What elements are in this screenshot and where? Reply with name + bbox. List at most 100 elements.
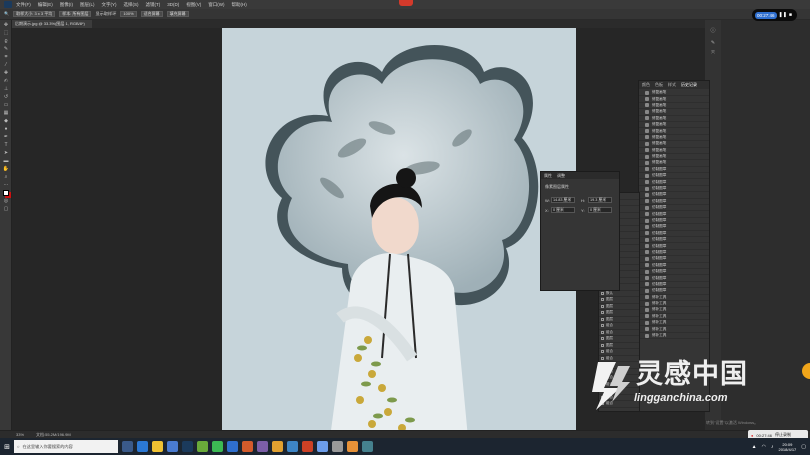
menu-help[interactable]: 帮助(H) bbox=[232, 2, 247, 8]
menu-edit[interactable]: 编辑(E) bbox=[38, 2, 53, 8]
action-toggle-checkbox[interactable] bbox=[601, 324, 604, 328]
gradient-tool-icon[interactable]: ▦ bbox=[2, 110, 10, 116]
path-select-tool-icon[interactable]: ➤ bbox=[2, 150, 10, 156]
photoshop-taskbar-icon[interactable] bbox=[182, 441, 193, 452]
height-field[interactable]: 19.3 厘米 bbox=[588, 197, 612, 203]
menu-3d[interactable]: 3D(D) bbox=[167, 2, 179, 7]
action-toggle-checkbox[interactable] bbox=[601, 337, 604, 341]
width-field[interactable]: 14.83 厘米 bbox=[551, 197, 575, 203]
zoom-value[interactable]: 100% bbox=[120, 11, 137, 17]
fill-screen-button[interactable]: 填充屏幕 bbox=[166, 11, 189, 17]
blur-tool-icon[interactable]: ◆ bbox=[2, 118, 10, 124]
quick-mask-icon[interactable]: ◎ bbox=[2, 198, 10, 204]
healing-tool-icon[interactable]: ✚ bbox=[2, 70, 10, 76]
app-icon-1[interactable] bbox=[257, 441, 268, 452]
color-swatches-icon[interactable] bbox=[2, 190, 10, 196]
tab-color[interactable]: 颜色 bbox=[642, 82, 650, 88]
sample-select[interactable]: 样本: 所有图层 bbox=[59, 11, 92, 17]
history-list: 修复画笔 修复画笔 修复画笔 修复画笔 修复画笔 修复画笔 修复画笔 修复画笔 修复画笔 修复画笔… bbox=[639, 90, 709, 340]
task-view-icon[interactable] bbox=[122, 441, 133, 452]
eyedropper-icon[interactable]: 🔍 bbox=[4, 11, 9, 17]
tab-adjustments[interactable]: 调整 bbox=[557, 173, 565, 179]
network-icon[interactable]: ◠ bbox=[762, 444, 766, 450]
hand-tool-icon[interactable]: ✋ bbox=[2, 166, 10, 172]
clock[interactable]: 20:09 2018/4/17 bbox=[778, 442, 796, 452]
menu-filter[interactable]: 滤镜(T) bbox=[146, 2, 161, 8]
tab-styles[interactable]: 样式 bbox=[668, 82, 676, 88]
quick-select-tool-icon[interactable]: ✎ bbox=[2, 46, 10, 52]
type-tool-icon[interactable]: T bbox=[2, 142, 10, 148]
tab-swatches[interactable]: 色板 bbox=[655, 82, 663, 88]
taskbar-search-box[interactable]: ○ 在这里输入你要搜索的内容 bbox=[14, 440, 118, 453]
app-icon-4[interactable] bbox=[302, 441, 313, 452]
tab-properties[interactable]: 属性 bbox=[544, 173, 552, 179]
sample-size-select[interactable]: 取样大小: 3 x 3 平均 bbox=[13, 11, 56, 17]
document-tab[interactable]: 后期演示.jpg @ 33.3%(图层 1, RGB/8*) bbox=[12, 20, 92, 28]
action-toggle-checkbox[interactable] bbox=[601, 291, 604, 295]
edge-icon[interactable] bbox=[137, 441, 148, 452]
stamp-tool-icon[interactable]: ⊥ bbox=[2, 86, 10, 92]
stop-icon[interactable]: ■ bbox=[789, 12, 792, 18]
menu-type[interactable]: 文字(Y) bbox=[102, 2, 117, 8]
zoom-status[interactable]: 33% bbox=[16, 432, 24, 437]
tab-history[interactable]: 历史记录 bbox=[681, 82, 697, 88]
screen-mode-icon[interactable]: ▢ bbox=[2, 206, 10, 212]
action-toggle-checkbox[interactable] bbox=[601, 317, 604, 321]
app-icon-2[interactable] bbox=[272, 441, 283, 452]
shape-tool-icon[interactable]: ▬ bbox=[2, 158, 10, 164]
action-toggle-checkbox[interactable] bbox=[601, 304, 604, 308]
chrome-icon[interactable] bbox=[212, 441, 223, 452]
pen-tool-icon[interactable]: ✒ bbox=[2, 134, 10, 140]
menu-view[interactable]: 视图(V) bbox=[186, 2, 201, 8]
more-tools-icon[interactable]: ⋯ bbox=[2, 182, 10, 188]
pause-icon[interactable]: ❚❚ bbox=[779, 12, 787, 18]
show-ring-checkbox[interactable]: 显示取样环 bbox=[95, 11, 116, 17]
brush-settings-icon[interactable]: ✎ bbox=[709, 40, 717, 46]
marquee-tool-icon[interactable]: ⬚ bbox=[2, 30, 10, 36]
store-icon[interactable] bbox=[167, 441, 178, 452]
action-toggle-checkbox[interactable] bbox=[601, 330, 604, 334]
notification-icon[interactable]: ▲ bbox=[752, 444, 757, 450]
fit-screen-button[interactable]: 适合屏幕 bbox=[140, 11, 163, 17]
app-icon-8[interactable] bbox=[362, 441, 373, 452]
eraser-tool-icon[interactable]: ▭ bbox=[2, 102, 10, 108]
menu-layer[interactable]: 图层(L) bbox=[80, 2, 95, 8]
history-brush-tool-icon[interactable]: ↺ bbox=[2, 94, 10, 100]
action-toggle-checkbox[interactable] bbox=[601, 343, 604, 347]
move-tool-icon[interactable]: ✥ bbox=[2, 22, 10, 28]
app-icon-6[interactable] bbox=[332, 441, 343, 452]
qq-icon[interactable] bbox=[227, 441, 238, 452]
document-image[interactable] bbox=[222, 28, 576, 438]
y-field[interactable]: 0 厘米 bbox=[588, 207, 612, 213]
x-field[interactable]: 0 厘米 bbox=[551, 207, 575, 213]
document-size-status[interactable]: 文档:55.2M/196.9M bbox=[36, 432, 71, 438]
menu-window[interactable]: 窗口(W) bbox=[208, 2, 224, 8]
transform-icon[interactable]: ⤧ bbox=[709, 50, 717, 56]
action-toggle-checkbox[interactable] bbox=[601, 298, 604, 302]
properties-panel-tabs: 属性 调整 bbox=[541, 172, 619, 179]
history-state-icon bbox=[645, 295, 649, 300]
zoom-tool-icon[interactable]: ⌕ bbox=[2, 174, 10, 180]
action-center-icon[interactable]: ▢ bbox=[801, 444, 806, 450]
file-explorer-icon[interactable] bbox=[152, 441, 163, 452]
windows-start-icon[interactable]: ⊞ bbox=[0, 438, 14, 455]
history-state-row[interactable]: 修补工具 bbox=[639, 333, 709, 340]
crop-tool-icon[interactable]: ⌗ bbox=[2, 54, 10, 60]
history-state-icon bbox=[645, 199, 649, 204]
action-toggle-checkbox[interactable] bbox=[601, 311, 604, 315]
wechat-icon[interactable] bbox=[197, 441, 208, 452]
app-icon-7[interactable] bbox=[347, 441, 358, 452]
recorder-app-icon[interactable] bbox=[242, 441, 253, 452]
menu-file[interactable]: 文件(F) bbox=[16, 2, 31, 8]
brush-tool-icon[interactable]: ✍ bbox=[2, 78, 10, 84]
lasso-tool-icon[interactable]: ϱ bbox=[2, 38, 10, 44]
dodge-tool-icon[interactable]: ● bbox=[2, 126, 10, 132]
app-icon-3[interactable] bbox=[287, 441, 298, 452]
menu-select[interactable]: 选择(S) bbox=[124, 2, 139, 8]
eyedropper-tool-icon[interactable]: ⁄ bbox=[2, 62, 10, 68]
menu-image[interactable]: 图像(I) bbox=[60, 2, 73, 8]
app-icon-5[interactable] bbox=[317, 441, 328, 452]
volume-icon[interactable]: ♪ bbox=[771, 444, 774, 450]
properties-panel: 属性 调整 像素图层属性 W: 14.83 厘米 H: 19.3 厘米 X: 0… bbox=[540, 171, 620, 291]
info-icon[interactable]: ⓘ bbox=[709, 28, 717, 34]
